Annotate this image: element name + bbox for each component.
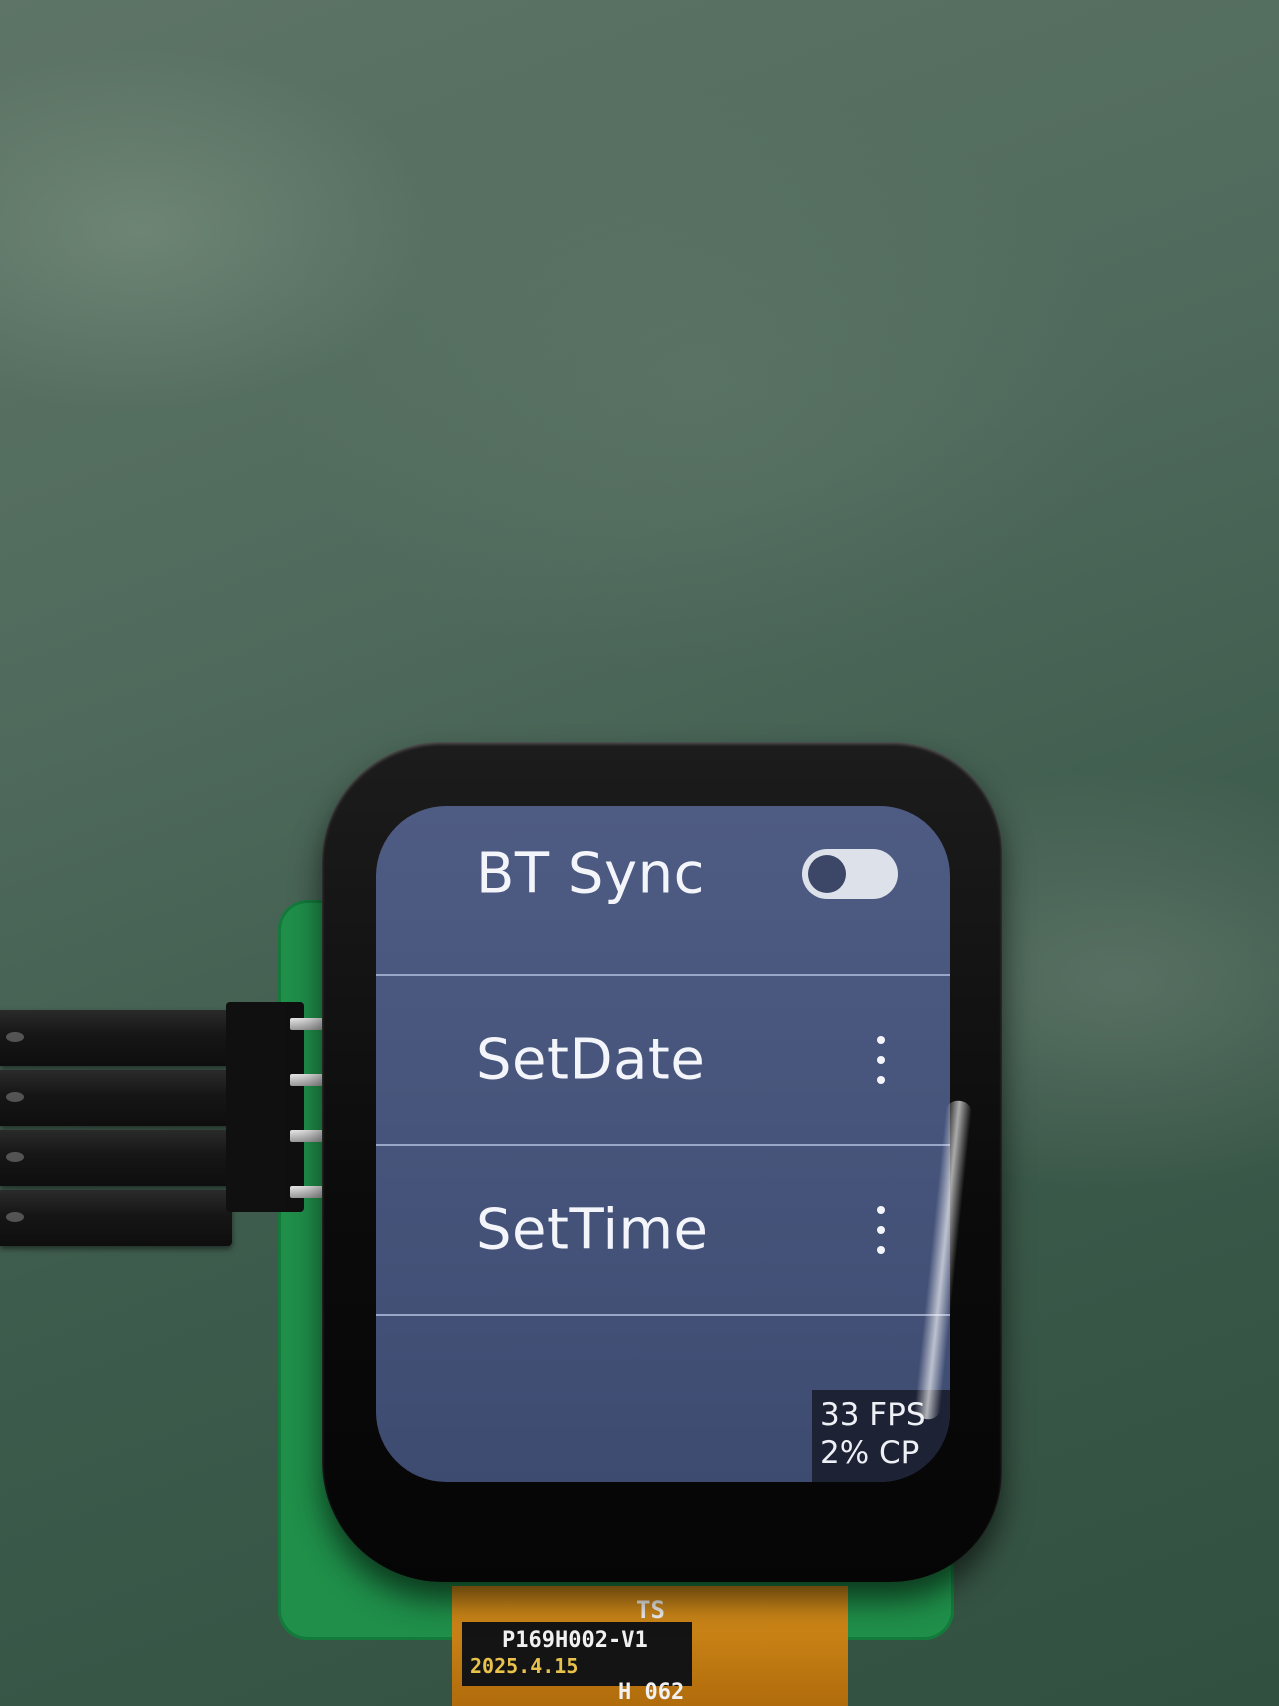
pin-header: [226, 1002, 304, 1212]
flex-cable-mark: TS: [636, 1596, 665, 1624]
cpu-usage: 2% CP: [820, 1435, 920, 1471]
watch-screen: BT Sync SetDate SetTime 33 FPS 2% CP: [376, 806, 950, 1482]
header-pin: [290, 1186, 324, 1198]
more-vertical-icon[interactable]: [876, 1036, 886, 1084]
flex-cable-model: P169H002-V1: [502, 1628, 648, 1653]
settings-row-set-date[interactable]: SetDate: [376, 976, 950, 1146]
ribbon-cable-wire-4: [0, 1190, 232, 1246]
header-pin: [290, 1074, 324, 1086]
header-pin: [290, 1018, 324, 1030]
toggle-knob: [808, 855, 846, 893]
ribbon-cable-wire-2: [0, 1070, 232, 1126]
flex-cable-date: 2025.4.15: [470, 1654, 579, 1678]
ribbon-cable-wire-1: [0, 1010, 232, 1066]
header-pin: [290, 1130, 324, 1142]
settings-row-set-time[interactable]: SetTime: [376, 1146, 950, 1316]
bt-sync-toggle[interactable]: [802, 849, 898, 899]
settings-row-label: SetDate: [476, 1027, 706, 1093]
settings-row-label: SetTime: [476, 1197, 709, 1263]
settings-row-bt-sync[interactable]: BT Sync: [376, 806, 950, 976]
settings-row-label: BT Sync: [476, 841, 705, 907]
more-vertical-icon[interactable]: [876, 1206, 886, 1254]
ribbon-cable-wire-3: [0, 1130, 232, 1186]
flex-cable-code: H 062: [618, 1680, 685, 1705]
